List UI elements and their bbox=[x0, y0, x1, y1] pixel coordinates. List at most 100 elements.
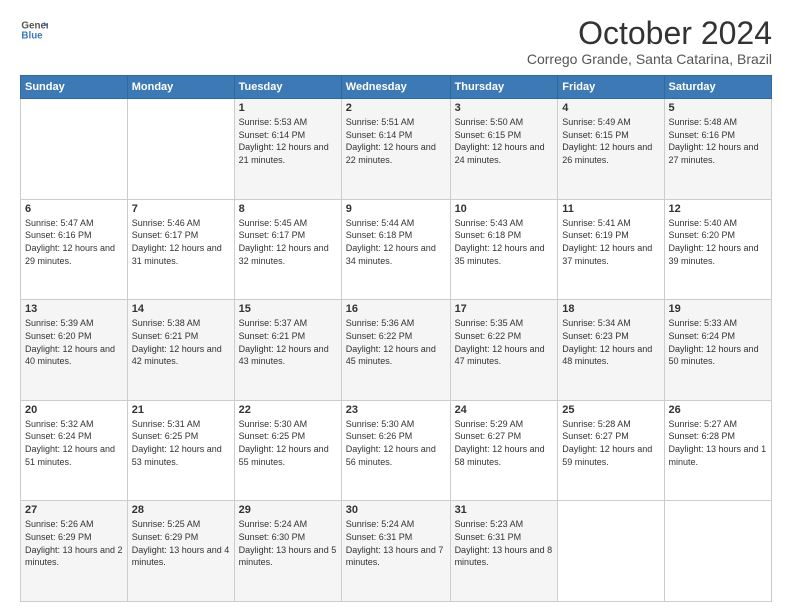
day-info: Sunrise: 5:28 AMSunset: 6:27 PMDaylight:… bbox=[562, 418, 659, 468]
day-info: Sunrise: 5:31 AMSunset: 6:25 PMDaylight:… bbox=[132, 418, 230, 468]
day-number: 8 bbox=[239, 203, 337, 215]
day-info: Sunrise: 5:24 AMSunset: 6:31 PMDaylight:… bbox=[346, 518, 446, 568]
calendar-cell: 12 Sunrise: 5:40 AMSunset: 6:20 PMDayligh… bbox=[664, 199, 771, 300]
calendar-body: 1 Sunrise: 5:53 AMSunset: 6:14 PMDaylight… bbox=[21, 99, 772, 602]
title-block: October 2024 Corrego Grande, Santa Catar… bbox=[527, 16, 772, 67]
day-header-tuesday: Tuesday bbox=[234, 76, 341, 99]
calendar-cell: 14 Sunrise: 5:38 AMSunset: 6:21 PMDayligh… bbox=[127, 300, 234, 401]
day-info: Sunrise: 5:38 AMSunset: 6:21 PMDaylight:… bbox=[132, 317, 230, 367]
day-info: Sunrise: 5:44 AMSunset: 6:18 PMDaylight:… bbox=[346, 217, 446, 267]
calendar-cell: 3 Sunrise: 5:50 AMSunset: 6:15 PMDaylight… bbox=[450, 99, 558, 200]
day-number: 2 bbox=[346, 102, 446, 114]
day-info: Sunrise: 5:40 AMSunset: 6:20 PMDaylight:… bbox=[669, 217, 767, 267]
day-info: Sunrise: 5:43 AMSunset: 6:18 PMDaylight:… bbox=[455, 217, 554, 267]
day-number: 15 bbox=[239, 303, 337, 315]
day-info: Sunrise: 5:39 AMSunset: 6:20 PMDaylight:… bbox=[25, 317, 123, 367]
day-info: Sunrise: 5:49 AMSunset: 6:15 PMDaylight:… bbox=[562, 116, 659, 166]
subtitle: Corrego Grande, Santa Catarina, Brazil bbox=[527, 51, 772, 67]
calendar-week-3: 13 Sunrise: 5:39 AMSunset: 6:20 PMDayligh… bbox=[21, 300, 772, 401]
day-info: Sunrise: 5:50 AMSunset: 6:15 PMDaylight:… bbox=[455, 116, 554, 166]
day-number: 18 bbox=[562, 303, 659, 315]
day-info: Sunrise: 5:30 AMSunset: 6:26 PMDaylight:… bbox=[346, 418, 446, 468]
header: General Blue October 2024 Corrego Grande… bbox=[20, 16, 772, 67]
day-number: 27 bbox=[25, 504, 123, 516]
day-number: 7 bbox=[132, 203, 230, 215]
calendar-week-2: 6 Sunrise: 5:47 AMSunset: 6:16 PMDaylight… bbox=[21, 199, 772, 300]
day-number: 4 bbox=[562, 102, 659, 114]
day-info: Sunrise: 5:27 AMSunset: 6:28 PMDaylight:… bbox=[669, 418, 767, 468]
calendar-cell: 8Sunrise: 5:45 AMSunset: 6:17 PMDaylight… bbox=[234, 199, 341, 300]
day-number: 13 bbox=[25, 303, 123, 315]
day-info: Sunrise: 5:29 AMSunset: 6:27 PMDaylight:… bbox=[455, 418, 554, 468]
main-title: October 2024 bbox=[527, 16, 772, 51]
calendar-cell: 4 Sunrise: 5:49 AMSunset: 6:15 PMDaylight… bbox=[558, 99, 664, 200]
day-info: Sunrise: 5:51 AMSunset: 6:14 PMDaylight:… bbox=[346, 116, 446, 166]
day-number: 9 bbox=[346, 203, 446, 215]
day-info: Sunrise: 5:30 AMSunset: 6:25 PMDaylight:… bbox=[239, 418, 337, 468]
calendar-cell: 6 Sunrise: 5:47 AMSunset: 6:16 PMDaylight… bbox=[21, 199, 128, 300]
day-header-wednesday: Wednesday bbox=[341, 76, 450, 99]
calendar-cell: 15 Sunrise: 5:37 AMSunset: 6:21 PMDayligh… bbox=[234, 300, 341, 401]
day-number: 1 bbox=[239, 102, 337, 114]
calendar-week-5: 27Sunrise: 5:26 AMSunset: 6:29 PMDayligh… bbox=[21, 501, 772, 602]
calendar-cell: 21 Sunrise: 5:31 AMSunset: 6:25 PMDayligh… bbox=[127, 400, 234, 501]
day-number: 14 bbox=[132, 303, 230, 315]
calendar-cell: 28Sunrise: 5:25 AMSunset: 6:29 PMDayligh… bbox=[127, 501, 234, 602]
day-info: Sunrise: 5:46 AMSunset: 6:17 PMDaylight:… bbox=[132, 217, 230, 267]
day-number: 31 bbox=[455, 504, 554, 516]
calendar-week-4: 20 Sunrise: 5:32 AMSunset: 6:24 PMDayligh… bbox=[21, 400, 772, 501]
calendar-cell bbox=[558, 501, 664, 602]
calendar-cell: 25 Sunrise: 5:28 AMSunset: 6:27 PMDayligh… bbox=[558, 400, 664, 501]
day-number: 21 bbox=[132, 404, 230, 416]
day-number: 16 bbox=[346, 303, 446, 315]
day-info: Sunrise: 5:25 AMSunset: 6:29 PMDaylight:… bbox=[132, 518, 230, 568]
calendar-cell: 20 Sunrise: 5:32 AMSunset: 6:24 PMDayligh… bbox=[21, 400, 128, 501]
calendar-cell: 13 Sunrise: 5:39 AMSunset: 6:20 PMDayligh… bbox=[21, 300, 128, 401]
day-info: Sunrise: 5:32 AMSunset: 6:24 PMDaylight:… bbox=[25, 418, 123, 468]
day-number: 26 bbox=[669, 404, 767, 416]
calendar-cell: 5Sunrise: 5:48 AMSunset: 6:16 PMDaylight… bbox=[664, 99, 771, 200]
day-number: 22 bbox=[239, 404, 337, 416]
calendar-cell: 11Sunrise: 5:41 AMSunset: 6:19 PMDayligh… bbox=[558, 199, 664, 300]
day-number: 12 bbox=[669, 203, 767, 215]
calendar-cell: 18 Sunrise: 5:34 AMSunset: 6:23 PMDayligh… bbox=[558, 300, 664, 401]
day-info: Sunrise: 5:53 AMSunset: 6:14 PMDaylight:… bbox=[239, 116, 337, 166]
day-number: 10 bbox=[455, 203, 554, 215]
day-number: 29 bbox=[239, 504, 337, 516]
calendar-cell: 16Sunrise: 5:36 AMSunset: 6:22 PMDayligh… bbox=[341, 300, 450, 401]
day-number: 6 bbox=[25, 203, 123, 215]
day-number: 19 bbox=[669, 303, 767, 315]
day-info: Sunrise: 5:34 AMSunset: 6:23 PMDaylight:… bbox=[562, 317, 659, 367]
calendar-table: SundayMondayTuesdayWednesdayThursdayFrid… bbox=[20, 75, 772, 602]
calendar-cell: 9 Sunrise: 5:44 AMSunset: 6:18 PMDaylight… bbox=[341, 199, 450, 300]
calendar-cell: 2 Sunrise: 5:51 AMSunset: 6:14 PMDaylight… bbox=[341, 99, 450, 200]
day-info: Sunrise: 5:47 AMSunset: 6:16 PMDaylight:… bbox=[25, 217, 123, 267]
calendar-cell: 30 Sunrise: 5:24 AMSunset: 6:31 PMDayligh… bbox=[341, 501, 450, 602]
calendar-header: SundayMondayTuesdayWednesdayThursdayFrid… bbox=[21, 76, 772, 99]
calendar-week-1: 1 Sunrise: 5:53 AMSunset: 6:14 PMDaylight… bbox=[21, 99, 772, 200]
calendar-cell bbox=[21, 99, 128, 200]
day-number: 30 bbox=[346, 504, 446, 516]
day-number: 3 bbox=[455, 102, 554, 114]
day-number: 20 bbox=[25, 404, 123, 416]
day-number: 25 bbox=[562, 404, 659, 416]
calendar-cell: 17Sunrise: 5:35 AMSunset: 6:22 PMDayligh… bbox=[450, 300, 558, 401]
calendar-cell: 19 Sunrise: 5:33 AMSunset: 6:24 PMDayligh… bbox=[664, 300, 771, 401]
header-row: SundayMondayTuesdayWednesdayThursdayFrid… bbox=[21, 76, 772, 99]
day-number: 23 bbox=[346, 404, 446, 416]
day-info: Sunrise: 5:35 AMSunset: 6:22 PMDaylight:… bbox=[455, 317, 554, 367]
day-number: 11 bbox=[562, 203, 659, 215]
calendar-cell: 26 Sunrise: 5:27 AMSunset: 6:28 PMDayligh… bbox=[664, 400, 771, 501]
calendar-cell: 24Sunrise: 5:29 AMSunset: 6:27 PMDayligh… bbox=[450, 400, 558, 501]
day-info: Sunrise: 5:23 AMSunset: 6:31 PMDaylight:… bbox=[455, 518, 554, 568]
day-info: Sunrise: 5:37 AMSunset: 6:21 PMDaylight:… bbox=[239, 317, 337, 367]
calendar-cell: 1 Sunrise: 5:53 AMSunset: 6:14 PMDaylight… bbox=[234, 99, 341, 200]
calendar-cell bbox=[127, 99, 234, 200]
day-header-friday: Friday bbox=[558, 76, 664, 99]
day-header-thursday: Thursday bbox=[450, 76, 558, 99]
day-info: Sunrise: 5:33 AMSunset: 6:24 PMDaylight:… bbox=[669, 317, 767, 367]
calendar-cell: 10 Sunrise: 5:43 AMSunset: 6:18 PMDayligh… bbox=[450, 199, 558, 300]
day-header-sunday: Sunday bbox=[21, 76, 128, 99]
day-header-monday: Monday bbox=[127, 76, 234, 99]
day-number: 5 bbox=[669, 102, 767, 114]
